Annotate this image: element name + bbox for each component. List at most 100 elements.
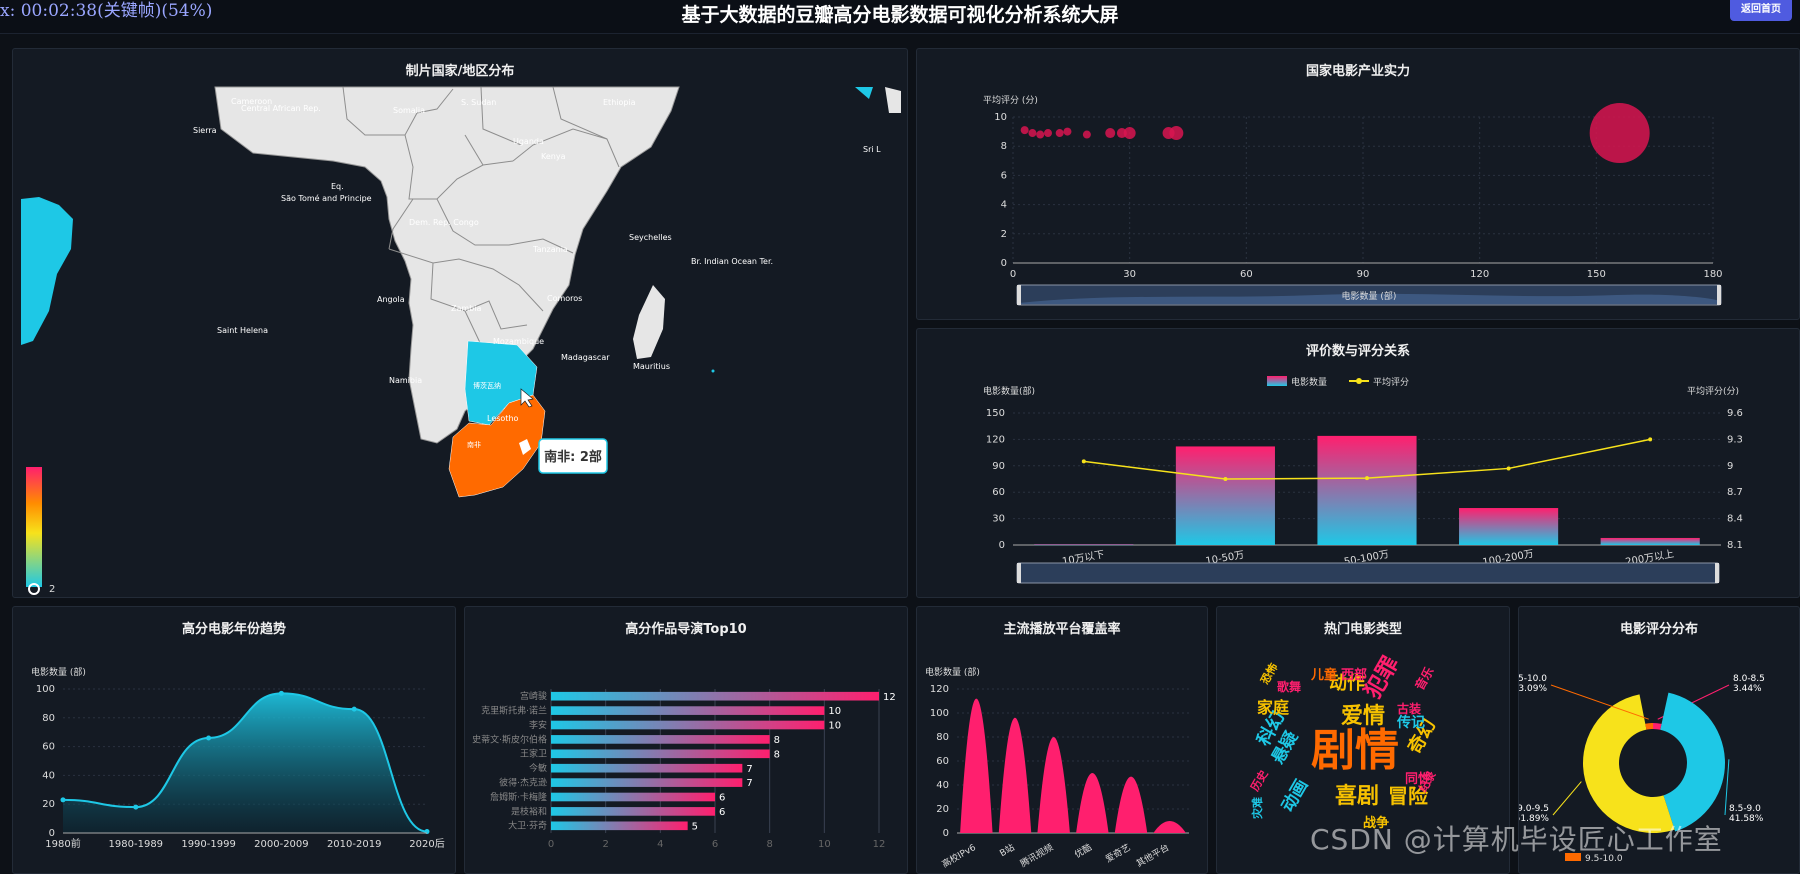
pie-slice [1660,692,1725,832]
legend-line-dot [1356,378,1362,384]
map-label: Cameroon [231,97,272,106]
sri-lanka-shape [855,87,873,99]
y-tick: 20 [936,804,949,815]
bubble-point [1044,129,1052,138]
x-tick: 30 [1123,269,1136,280]
director-bar [551,807,715,816]
map-label: Ethiopia [603,98,636,107]
director-name: 今敏 [529,762,547,774]
x-tick: 2010-2019 [327,839,382,850]
y-axis-label: 电影数量 (部) [925,666,980,678]
platforms-chart[interactable]: 电影数量 (部) 0 20 40 60 80 100 120 高校IPv6 B站 腾讯视频 优酷 爱奇艺… [917,607,1208,874]
page-title: 基于大数据的豆瓣高分电影数据可视化分析系统大屏 [681,4,1119,26]
genre-word: 历史 [1247,767,1271,794]
director-bar [551,792,715,802]
visual-map-bar[interactable] [26,467,42,587]
data-zoom-handle-right[interactable] [1715,563,1719,583]
trend-point [351,706,357,712]
x-tick: 90 [1357,269,1370,280]
trend-point [60,797,66,803]
bubble-chart[interactable]: 平均评分 (分) 0 2 4 6 8 10 0 30 60 90 120 150 180 电影数量 (部) [917,49,1800,320]
map-label: S. Sudan [461,98,496,107]
director-name: 史蒂文·斯皮尔伯格 [472,733,547,745]
y-right-tick: 8.4 [1727,514,1743,525]
x-axis-label: 电影数量 (部) [1342,290,1397,302]
pie-label-value: 3.09% [1519,684,1547,694]
x-tick: 爱奇艺 [1103,841,1132,865]
map-label: Mauritius [633,362,670,371]
map-label: Sri L [863,145,881,154]
mauritius-marker [711,369,715,373]
bar-value: 6 [719,807,725,818]
y-tick: 8 [1001,141,1007,152]
africa-continent [214,86,680,444]
legend-bar-swatch [1267,376,1287,386]
trend-point [278,690,284,696]
bar [1034,544,1134,546]
y-tick: 80 [936,732,949,743]
bubble-point [1589,103,1650,164]
data-zoom-slider[interactable] [1016,562,1720,584]
genre-word: 音乐 [1412,664,1437,692]
trend-point [206,735,212,741]
x-tick: 6 [712,839,718,850]
bar-value: 10 [828,721,841,732]
map-label: 南非 [467,440,481,449]
data-zoom-handle-left[interactable] [1017,285,1021,305]
pie-label-name: 8.0-8.5 [1733,674,1765,684]
platform-peak [998,717,1032,833]
directors-chart[interactable]: 0 2 4 6 8 10 12 12 宫崎骏 10 克里斯托弗·诺兰 10 李安 8 史蒂文·斯皮尔伯格 8 王… [465,607,908,874]
x-tick: 180 [1703,269,1722,280]
years-chart[interactable]: 电影数量 (部) 0 20 40 60 80 100 1980前 1980-1989 1990-1… [13,607,456,874]
bar [1175,446,1275,545]
director-name: 李安 [529,719,547,731]
y-tick: 60 [42,742,55,753]
relation-panel: 评价数与评分关系 电影数量 平均评分 电影数量(部) 平均评分(分) 0 30 60 90 12… [916,328,1800,598]
genre-word: 歌舞 [1277,679,1301,694]
pie-label-name: 9.5-10.0 [1519,674,1547,684]
y-tick: 30 [992,514,1005,525]
platform-peak [960,698,993,833]
bubble-point [1055,129,1064,138]
director-bar [551,735,770,744]
y-axis-label: 电影数量(部) [983,385,1035,397]
bubble-point [1020,126,1029,135]
y-tick: 120 [930,684,949,695]
map-label: Saint Helena [217,326,268,335]
x-tick: 1980-1989 [109,839,164,850]
bubble-point [1123,127,1136,140]
y-tick: 2 [1001,229,1007,240]
relation-chart[interactable]: 电影数量 平均评分电影数量(部) 平均评分(分) 0 30 60 90 120 150 8.1 8.… [917,329,1800,598]
x-tick: 1990-1999 [181,839,236,850]
y-tick: 60 [936,756,949,767]
bar [1459,508,1559,545]
y-tick: 40 [42,770,55,781]
x-tick: 0 [1010,269,1016,280]
bubble-point [1169,126,1184,141]
map-label: Uganda [513,137,544,146]
y-tick: 0 [49,828,55,839]
director-name: 彼得·杰克逊 [499,776,547,788]
director-name: 王家卫 [520,748,547,760]
director-bar [551,821,688,831]
sri-lanka-land [885,87,901,113]
map-label: Comoros [547,294,582,303]
map-label: Zambia [451,304,481,313]
data-zoom-handle-right[interactable] [1717,285,1721,305]
africa-map[interactable]: Sierra Sri L Eq. São Tomé and Principe Dem. … [13,49,908,598]
visual-map-min: 2 [49,584,55,595]
y-right-tick: 9.6 [1727,408,1743,419]
y-axis-right-label: 平均评分(分) [1687,385,1739,397]
x-tick: 1980前 [45,837,80,850]
genre-word: 家庭 [1257,698,1289,717]
platforms-panel: 主流播放平台覆盖率 电影数量 (部) 0 20 40 60 80 100 120 高校IPv6 B… [916,606,1208,874]
map-label: Somalia [393,106,425,115]
data-zoom-handle-left[interactable] [1017,563,1021,583]
home-button[interactable]: 返回首页 [1730,0,1792,21]
y-tick: 40 [936,780,949,791]
pie-label-name: 8.5-9.0 [1729,804,1761,814]
bar-value: 10 [828,706,841,717]
x-tick: 12 [873,839,886,850]
pie-slice [1653,723,1662,730]
y-tick: 90 [992,461,1005,472]
